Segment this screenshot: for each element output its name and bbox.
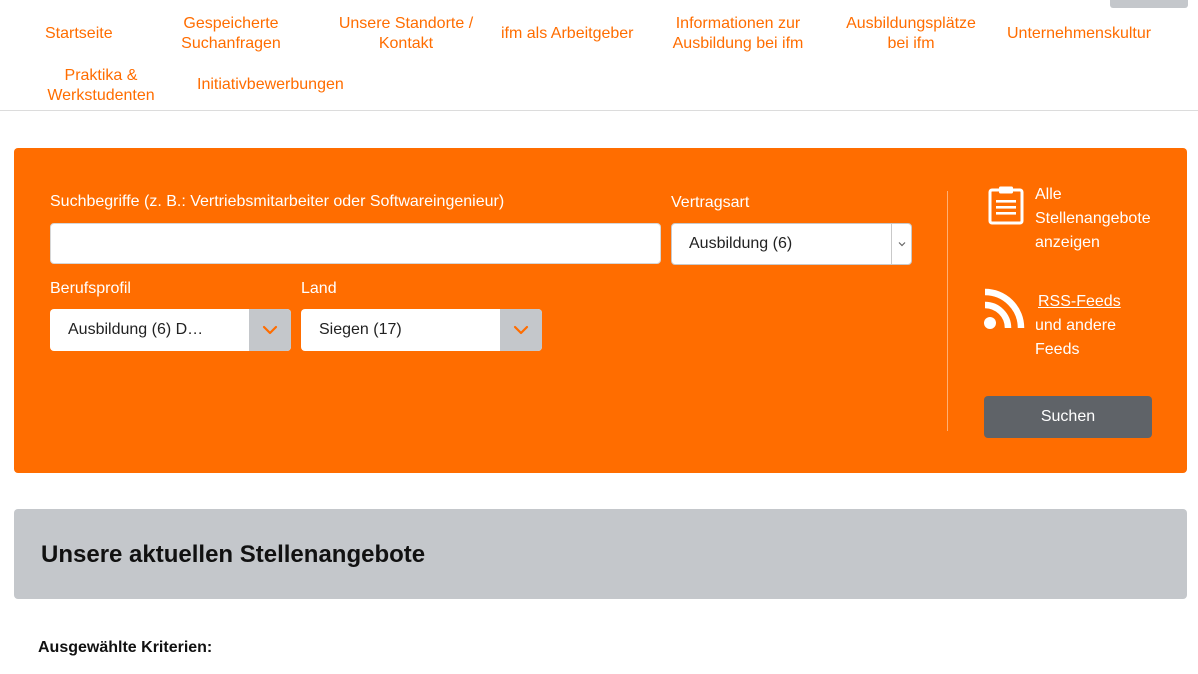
country-label: Land	[301, 280, 337, 297]
nav-item-initiative[interactable]: Initiativbewerbungen	[197, 75, 344, 95]
selected-criteria-label: Ausgewählte Kriterien:	[38, 639, 213, 656]
results-title: Unsere aktuellen Stellenangebote	[41, 541, 426, 568]
nav-item-training-info[interactable]: Informationen zur Ausbildung bei ifm	[664, 14, 812, 54]
nav-item-apprenticeships[interactable]: Ausbildungsplätze bei ifm	[838, 14, 984, 54]
rss-feeds-suffix: und andere Feeds	[1035, 317, 1116, 358]
chevron-down-icon	[500, 309, 542, 351]
contract-type-select[interactable]: Ausbildung (6)	[671, 223, 912, 265]
rss-feed-icon[interactable]	[983, 288, 1025, 330]
nav-item-culture[interactable]: Unternehmenskultur	[1007, 24, 1151, 44]
nav-item-locations-contact[interactable]: Unsere Standorte / Kontakt	[330, 14, 482, 54]
keywords-input[interactable]	[50, 223, 661, 264]
clipboard-list-icon[interactable]	[988, 185, 1024, 225]
rss-feeds-link[interactable]: RSS-Feeds	[1035, 290, 1121, 314]
job-profile-value: Ausbildung (6) D…	[68, 321, 204, 338]
results-header: Unsere aktuellen Stellenangebote	[14, 509, 1187, 599]
utility-tab[interactable]	[1110, 0, 1188, 8]
chevron-down-icon	[249, 309, 291, 351]
chevron-down-icon	[891, 224, 911, 264]
search-submit-button[interactable]: Suchen	[984, 396, 1152, 438]
keywords-label: Suchbegriffe (z. B.: Vertriebsmitarbeite…	[50, 193, 505, 210]
all-jobs-link[interactable]: Alle Stellenangebote anzeigen	[1035, 183, 1151, 255]
contract-type-value: Ausbildung (6)	[689, 235, 793, 252]
nav-item-internships[interactable]: Praktika & Werkstudenten	[40, 66, 162, 106]
country-select[interactable]: Siegen (17)	[301, 309, 542, 351]
rss-link-block: RSS-Feeds und andere Feeds	[1035, 290, 1121, 362]
country-value: Siegen (17)	[319, 321, 402, 338]
job-profile-label: Berufsprofil	[50, 280, 131, 297]
nav-item-startseite[interactable]: Startseite	[45, 24, 113, 44]
nav-item-saved-searches[interactable]: Gespeicherte Suchanfragen	[170, 14, 292, 54]
panel-divider	[947, 191, 948, 431]
contract-type-label: Vertragsart	[671, 194, 750, 211]
main-navigation: Startseite Gespeicherte Suchanfragen Uns…	[0, 0, 1198, 111]
job-profile-select[interactable]: Ausbildung (6) D…	[50, 309, 291, 351]
nav-item-employer[interactable]: ifm als Arbeitgeber	[501, 24, 634, 44]
